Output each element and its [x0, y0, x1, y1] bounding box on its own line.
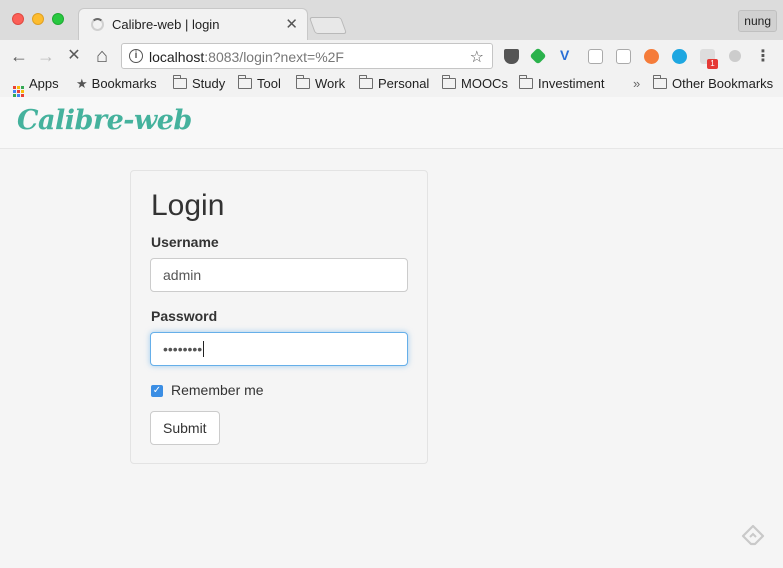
skype-extension-icon[interactable]	[672, 49, 687, 64]
password-mask: ••••••••	[163, 341, 203, 357]
login-title: Login	[151, 189, 225, 222]
menu-icon[interactable]: ⋮	[755, 46, 771, 66]
bookmark-folder-label: MOOCs	[461, 76, 508, 91]
folder-icon	[653, 75, 667, 89]
bookmark-apps-label: Apps	[29, 76, 59, 91]
folder-icon	[238, 75, 252, 89]
share-extension-icon[interactable]: 1	[700, 49, 718, 69]
folder-icon	[359, 75, 373, 89]
address-bar[interactable]: i localhost:8083/login?next=%2F ☆	[121, 43, 493, 69]
reader-extension-icon[interactable]	[616, 49, 631, 64]
bookmarks-bar: Apps ★ Bookmarks Study Tool Work Personal…	[0, 72, 783, 97]
bookmark-bookmarks[interactable]: ★ Bookmarks	[76, 76, 157, 92]
bookmark-other-label: Other Bookmarks	[672, 76, 774, 91]
folder-icon	[519, 75, 533, 89]
remember-me-checkbox[interactable]: ✓	[151, 385, 163, 397]
feedly-extension-icon[interactable]	[529, 47, 547, 65]
browser-toolbar: ← → ✕ ⌂ i localhost:8083/login?next=%2F …	[0, 40, 783, 72]
copy-extension-icon[interactable]	[588, 49, 603, 64]
home-icon[interactable]: ⌂	[91, 45, 113, 67]
bookmark-folder-label: Investiment	[538, 76, 605, 91]
stop-icon[interactable]: ✕	[63, 45, 85, 67]
bookmark-folder-tool[interactable]: Tool	[238, 75, 281, 91]
bookmarks-overflow-icon[interactable]: »	[633, 76, 640, 91]
tab-title: Calibre-web | login	[112, 17, 220, 32]
bookmark-apps[interactable]: Apps	[13, 76, 59, 97]
ghost-extension-icon[interactable]	[729, 50, 741, 62]
orange-extension-icon[interactable]	[644, 49, 659, 64]
remember-me-label[interactable]: Remember me	[171, 382, 264, 398]
profile-button[interactable]: nung	[738, 10, 777, 32]
forward-icon[interactable]: →	[35, 45, 57, 67]
bookmark-folder-investiment[interactable]: Investiment	[519, 75, 605, 91]
bookmark-bookmarks-label: Bookmarks	[91, 76, 157, 91]
bookmark-other-bookmarks[interactable]: Other Bookmarks	[653, 75, 774, 91]
browser-chrome: Calibre-web | login ✕ nung ← → ✕ ⌂ i loc…	[0, 0, 783, 97]
text-caret	[203, 341, 205, 357]
app-navbar: Calibre-web	[0, 97, 783, 149]
v-extension-icon[interactable]: V	[560, 47, 575, 63]
new-tab-button[interactable]	[308, 17, 348, 34]
maximize-window-button[interactable]	[52, 13, 64, 25]
folder-icon	[296, 75, 310, 89]
bookmark-folder-label: Study	[192, 76, 226, 91]
star-icon: ★	[76, 76, 88, 91]
bookmark-folder-study[interactable]: Study	[173, 75, 226, 91]
apps-grid-icon	[13, 86, 24, 97]
submit-button[interactable]: Submit	[150, 411, 220, 445]
bookmark-folder-personal[interactable]: Personal	[359, 75, 430, 91]
bookmark-folder-label: Tool	[257, 76, 281, 91]
brand-logo[interactable]: Calibre-web	[17, 105, 192, 136]
url-host: localhost	[149, 49, 205, 65]
bookmark-folder-label: Personal	[378, 76, 430, 91]
feedly-corner-icon[interactable]	[741, 524, 765, 548]
url-text: localhost:8083/login?next=%2F	[149, 49, 344, 65]
tab-active[interactable]: Calibre-web | login ✕	[78, 8, 308, 40]
pocket-extension-icon[interactable]	[504, 49, 519, 64]
login-card: Login Username admin Password •••••••• ✓…	[130, 170, 428, 464]
bookmark-folder-label: Work	[315, 76, 346, 91]
folder-icon	[173, 75, 187, 89]
bookmark-folder-work[interactable]: Work	[296, 75, 346, 91]
minimize-window-button[interactable]	[32, 13, 44, 25]
bookmark-star-icon[interactable]: ☆	[470, 47, 484, 67]
folder-icon	[442, 75, 456, 89]
bookmark-folder-moocs[interactable]: MOOCs	[442, 75, 508, 91]
extension-badge: 1	[707, 59, 718, 69]
tab-close-icon[interactable]: ✕	[285, 15, 298, 33]
back-icon[interactable]: ←	[8, 45, 30, 67]
info-icon[interactable]: i	[129, 49, 143, 63]
password-label: Password	[151, 308, 218, 324]
tab-strip: Calibre-web | login ✕ nung	[0, 0, 783, 40]
username-label: Username	[151, 234, 219, 250]
loading-spinner-icon	[91, 18, 104, 31]
username-input[interactable]: admin	[150, 258, 408, 292]
url-path: :8083/login?next=%2F	[204, 49, 344, 65]
password-input[interactable]: ••••••••	[150, 332, 408, 366]
close-window-button[interactable]	[12, 13, 24, 25]
